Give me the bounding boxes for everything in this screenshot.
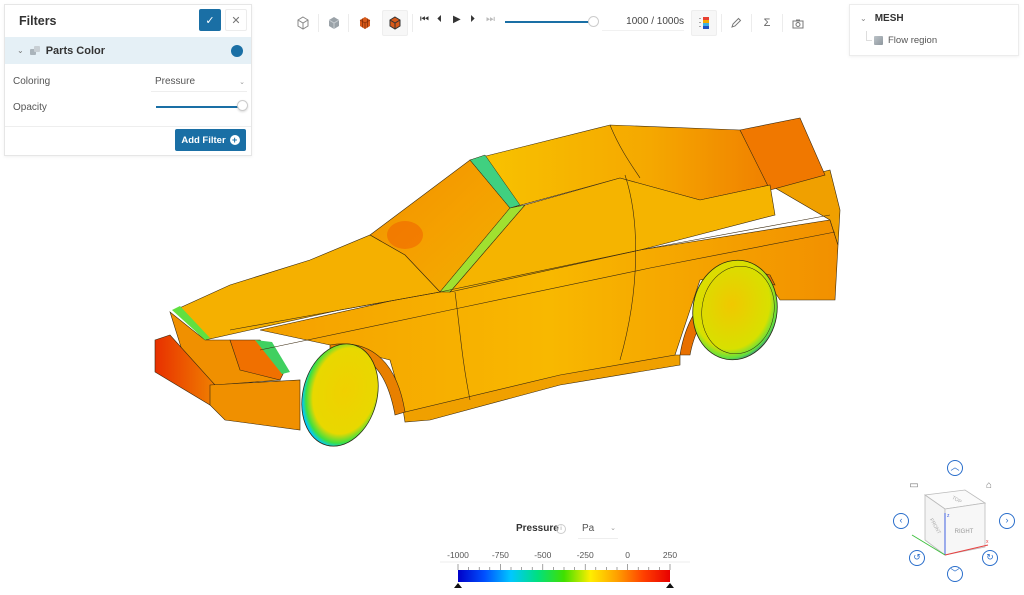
surface-edges-cube-icon (389, 16, 401, 30)
opacity-row: Opacity (5, 94, 251, 120)
rotate-right-button[interactable]: › (999, 513, 1015, 529)
legend-tick-label: 250 (663, 550, 677, 560)
toolbar-divider (348, 14, 349, 32)
first-frame-button[interactable]: ⏮ (420, 14, 429, 25)
play-icon: ▶ (453, 14, 461, 25)
legend-tick-label: -1000 (447, 550, 469, 560)
legend-title: Pressure (516, 523, 559, 534)
filter-item-parts-color[interactable]: ⌄ Parts Color (5, 37, 251, 64)
legend-min-handle[interactable] (454, 583, 462, 588)
play-button[interactable]: ▶ (453, 14, 461, 25)
screenshot-button[interactable] (785, 10, 811, 36)
color-legend-button[interactable] (691, 10, 717, 36)
camera-icon (792, 19, 804, 28)
close-icon: ✕ (231, 14, 241, 27)
annotate-button[interactable] (723, 10, 749, 36)
toolbar-divider (782, 14, 783, 32)
chevron-right-icon: › (1005, 515, 1009, 525)
toolbar-divider (318, 14, 319, 32)
tree-node-label: Flow region (888, 35, 938, 46)
timeline-slider-thumb[interactable] (588, 16, 599, 27)
tree-connector (866, 31, 872, 41)
unit-select[interactable]: Pa ⌄ (578, 519, 618, 539)
cube-icon (874, 36, 883, 45)
view-cube[interactable]: RIGHT FRONT TOP z x (900, 485, 990, 565)
toolbar-divider (412, 14, 413, 32)
next-frame-button[interactable]: ⏵ (470, 14, 475, 25)
chevron-down-icon: ⌄ (239, 78, 245, 86)
wireframe-cube-icon (297, 16, 309, 30)
solid-cube-icon (328, 17, 340, 29)
car-front-lower (209, 379, 301, 431)
add-filter-label: Add Filter (181, 134, 226, 146)
info-icon[interactable]: i (556, 524, 566, 534)
sigma-icon: Σ (763, 17, 771, 29)
legend-tick-label: -750 (492, 550, 509, 560)
add-filter-button[interactable]: Add Filter + (175, 129, 246, 151)
plus-circle-icon: + (229, 135, 240, 145)
timeline-slider-track[interactable] (505, 21, 593, 23)
time-readout: 1000 / 1000s (602, 16, 684, 31)
view-cube-right-label: RIGHT (955, 529, 974, 535)
cancel-button[interactable]: ✕ (225, 9, 247, 31)
x-axis-label: x (986, 539, 989, 545)
divider (5, 126, 251, 127)
check-icon: ✓ (205, 14, 215, 27)
step-forward-icon: ⏵ (470, 14, 475, 25)
wireframe-view-button[interactable] (290, 10, 316, 36)
color-legend-icon (699, 17, 709, 29)
last-frame-button[interactable]: ⏭ (486, 14, 495, 25)
confirm-button[interactable]: ✓ (199, 9, 221, 31)
tree-node-label: MESH (874, 13, 904, 24)
chevron-down-icon: ⌄ (610, 525, 616, 532)
rotate-up-button[interactable]: ︿ (947, 460, 963, 476)
filters-header: Filters ✓ ✕ (5, 5, 251, 37)
tree-node-flow-region[interactable]: Flow region (874, 35, 937, 46)
skip-last-icon: ⏭ (486, 14, 495, 25)
coloring-value: Pressure (155, 76, 196, 87)
surface-mesh-view-button[interactable] (352, 10, 378, 36)
model-tree-panel: ⌄ MESH Flow region (849, 4, 1019, 56)
legend-gradient (458, 570, 670, 582)
solid-view-button[interactable] (321, 10, 347, 36)
chevron-down-icon: ﹀ (950, 568, 960, 578)
3d-viewport[interactable]: Filters ✓ ✕ ⌄ Parts Color Coloring Press… (0, 0, 1024, 595)
surface-mesh-cube-icon (359, 17, 371, 29)
color-legend-bar: -1000 -750 -500 -250 0 250 (440, 550, 690, 588)
surface-edges-view-button[interactable] (382, 10, 408, 36)
legend-tick-label: -500 (534, 550, 551, 560)
opacity-slider-thumb[interactable] (237, 100, 248, 111)
filter-visibility-toggle[interactable] (231, 45, 243, 57)
toolbar-divider (751, 14, 752, 32)
legend-tick-label: -250 (577, 550, 594, 560)
calculator-button[interactable]: Σ (754, 10, 780, 36)
previous-frame-button[interactable]: ⏴ (437, 14, 442, 25)
chevron-down-icon[interactable]: ⌄ (17, 46, 24, 55)
filters-title: Filters (19, 14, 57, 28)
chevron-up-icon: ︿ (950, 462, 960, 472)
opacity-label: Opacity (13, 101, 47, 113)
filter-label: Parts Color (45, 44, 105, 57)
tree-node-mesh[interactable]: ⌄ MESH (860, 13, 904, 24)
step-back-icon: ⏴ (437, 14, 442, 25)
unit-value: Pa (582, 523, 595, 534)
toolbar-divider (721, 14, 722, 32)
rotate-down-button[interactable]: ﹀ (947, 566, 963, 582)
legend-max-handle[interactable] (666, 583, 674, 588)
skip-first-icon: ⏮ (420, 14, 429, 25)
coloring-label: Coloring (13, 75, 51, 87)
pencil-icon (731, 17, 742, 28)
chevron-down-icon[interactable]: ⌄ (860, 14, 867, 23)
parts-icon (29, 45, 41, 56)
opacity-slider-track[interactable] (156, 106, 242, 108)
coloring-select[interactable]: Pressure ⌄ (151, 72, 247, 92)
legend-tick-label: 0 (625, 550, 630, 560)
coloring-row: Coloring Pressure ⌄ (5, 68, 251, 94)
